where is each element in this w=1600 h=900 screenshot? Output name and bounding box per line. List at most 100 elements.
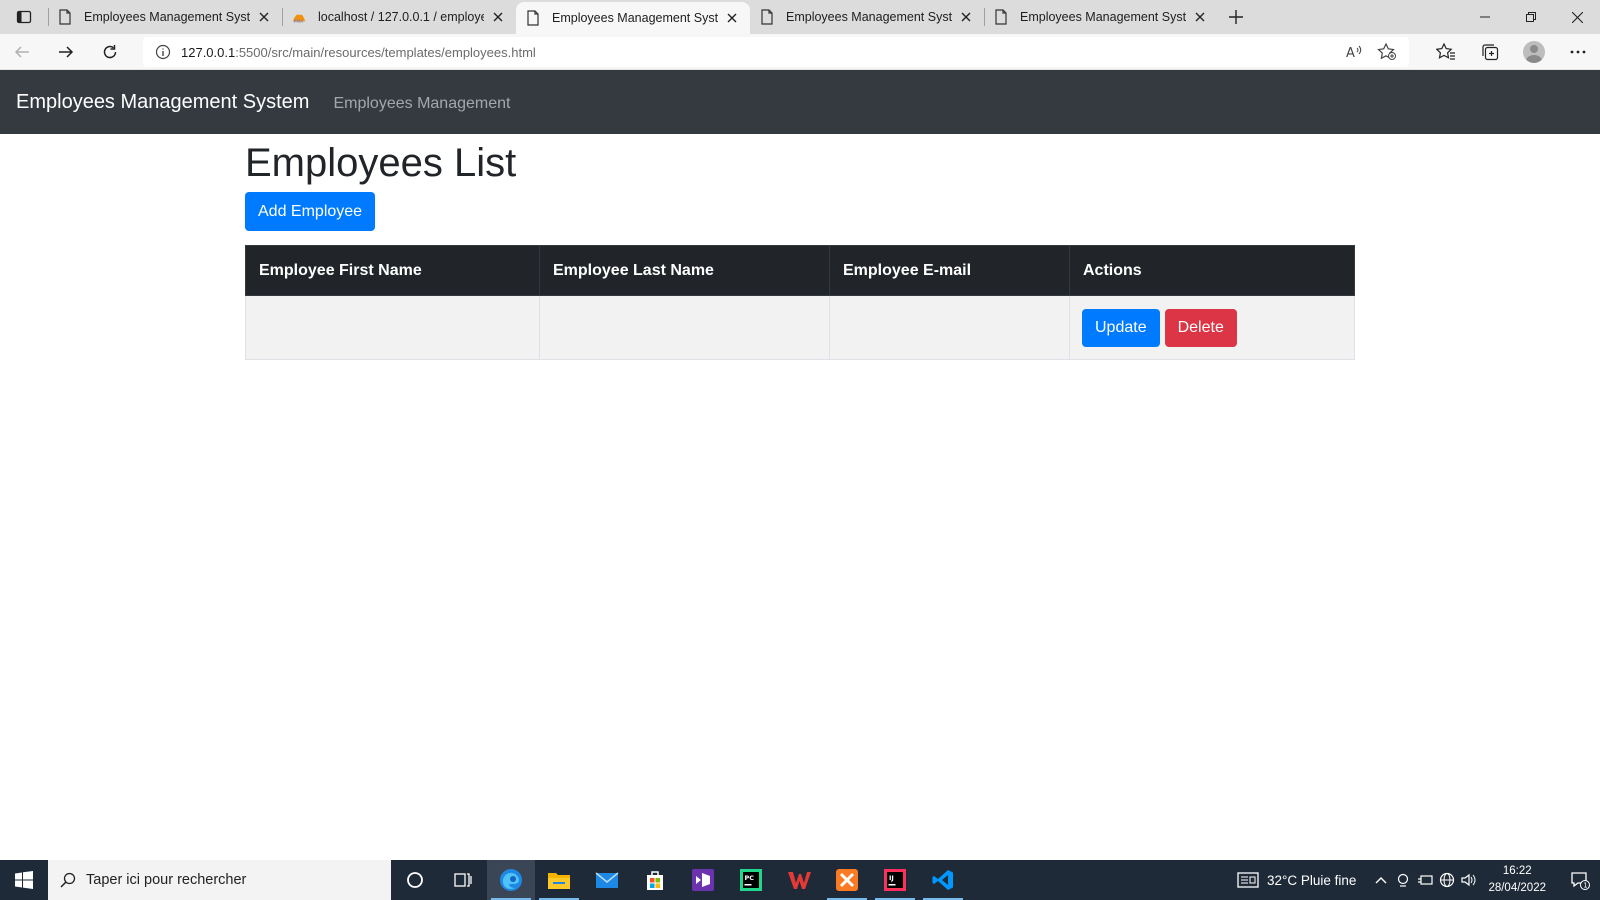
browser-tab[interactable]: Employees Management System <box>48 0 282 34</box>
task-view-button[interactable] <box>439 860 487 900</box>
start-button[interactable] <box>0 860 48 900</box>
arrow-right-icon <box>59 45 74 58</box>
page-icon <box>527 10 539 26</box>
taskbar-app-intellij[interactable]: IJ <box>871 860 919 900</box>
visual-studio-icon <box>692 869 714 891</box>
camera-icon <box>1398 873 1409 887</box>
tab-title: Employees Management System <box>786 10 952 24</box>
add-favorite-icon[interactable] <box>1377 43 1397 61</box>
tab-title: localhost / 127.0.0.1 / employee <box>318 10 484 24</box>
cortana-icon <box>407 872 423 888</box>
close-tab-icon[interactable] <box>958 9 974 25</box>
close-tab-icon[interactable] <box>256 9 272 25</box>
url-host: 127.0.0.1 <box>181 44 236 60</box>
svg-text:PC: PC <box>745 874 755 882</box>
url-tools: A <box>1345 37 1397 67</box>
search-placeholder: Taper ici pour rechercher <box>86 872 247 888</box>
taskbar-app-file-explorer[interactable] <box>535 860 583 900</box>
browser-tab-strip: Employees Management System PMA localhos… <box>0 0 1600 34</box>
minimize-icon <box>1480 16 1490 18</box>
intellij-icon: IJ <box>884 869 906 891</box>
column-header-email: Employee E-mail <box>829 245 1070 296</box>
news-weather-icon <box>1237 872 1259 888</box>
page-icon <box>995 9 1007 25</box>
new-tab-button[interactable] <box>1218 0 1254 34</box>
cell-first-name <box>245 295 540 360</box>
taskbar-clock[interactable]: 16:22 28/04/2022 <box>1488 863 1546 897</box>
table-header-row: Employee First Name Employee Last Name E… <box>245 245 1355 296</box>
close-tab-icon[interactable] <box>724 10 740 26</box>
employees-table: Employee First Name Employee Last Name E… <box>245 245 1355 360</box>
browser-toolbar: 127.0.0.1:5500/src/main/resources/templa… <box>0 34 1600 70</box>
svg-text:A: A <box>1346 46 1355 60</box>
taskbar-app-edge[interactable] <box>487 860 535 900</box>
favorites-button[interactable] <box>1424 34 1468 70</box>
notification-icon: 1 <box>1571 872 1590 890</box>
browser-tab-active[interactable]: Employees Management System <box>516 2 750 34</box>
refresh-button[interactable] <box>88 34 132 70</box>
cell-actions: Update Delete <box>1069 295 1355 360</box>
taskbar-app-visual-studio[interactable] <box>679 860 727 900</box>
meet-now-button[interactable] <box>1392 860 1414 900</box>
forward-button[interactable] <box>44 34 88 70</box>
volume-button[interactable] <box>1458 860 1480 900</box>
weather-widget[interactable]: 32°C Pluie fine <box>1237 871 1356 889</box>
mail-icon <box>595 872 619 888</box>
network-button[interactable] <box>1436 860 1458 900</box>
taskbar-app-vscode[interactable] <box>919 860 967 900</box>
svg-text:IJ: IJ <box>889 874 894 882</box>
show-hidden-icons-button[interactable] <box>1370 860 1392 900</box>
close-tab-icon[interactable] <box>1192 9 1208 25</box>
taskbar-app-store[interactable] <box>631 860 679 900</box>
close-tab-icon[interactable] <box>490 9 506 25</box>
more-icon <box>1570 50 1586 54</box>
collections-button[interactable] <box>1468 34 1512 70</box>
vscode-icon <box>932 870 953 890</box>
page-title: Employees List <box>245 141 517 185</box>
taskbar-app-mail[interactable] <box>583 860 631 900</box>
cell-email <box>829 295 1070 360</box>
refresh-icon <box>103 44 117 58</box>
clock-time: 16:22 <box>1502 865 1532 877</box>
notification-center-button[interactable]: 1 <box>1560 860 1600 900</box>
avatar <box>1523 41 1545 63</box>
read-aloud-icon[interactable]: A <box>1345 44 1363 60</box>
close-icon <box>1571 11 1583 23</box>
browser-right-tools <box>1424 34 1600 70</box>
update-button[interactable]: Update <box>1082 308 1160 347</box>
column-header-actions: Actions <box>1069 245 1355 296</box>
taskbar-app-pycharm[interactable]: PC <box>727 860 775 900</box>
back-button[interactable] <box>0 34 44 70</box>
restore-button[interactable] <box>1508 0 1554 34</box>
xampp-icon <box>836 869 858 891</box>
info-icon[interactable] <box>155 44 171 60</box>
browser-tab[interactable]: Employees Management System <box>750 0 984 34</box>
taskbar-search[interactable]: Taper ici pour rechercher <box>48 860 391 900</box>
taskbar-app-wps-office[interactable] <box>775 860 823 900</box>
cell-last-name <box>539 295 830 360</box>
chevron-up-icon <box>1375 877 1387 884</box>
search-icon <box>60 872 76 888</box>
close-window-button[interactable] <box>1554 0 1600 34</box>
tab-actions-button[interactable] <box>0 0 48 34</box>
speaker-icon <box>1461 873 1476 887</box>
add-employee-button[interactable]: Add Employee <box>245 192 376 231</box>
taskbar-app-xampp[interactable] <box>823 860 871 900</box>
nav-link-employees-management[interactable]: Employees Management <box>333 95 510 113</box>
battery-button[interactable] <box>1414 860 1436 900</box>
address-bar[interactable]: 127.0.0.1:5500/src/main/resources/templa… <box>143 37 1409 67</box>
minimize-button[interactable] <box>1462 0 1508 34</box>
store-icon <box>647 871 663 890</box>
settings-menu-button[interactable] <box>1556 34 1600 70</box>
profile-button[interactable] <box>1512 34 1556 70</box>
window-controls <box>1462 0 1600 34</box>
app-navbar: Employees Management System Employees Ma… <box>0 70 1600 134</box>
table-row: Update Delete <box>245 295 1355 360</box>
cortana-button[interactable] <box>391 860 439 900</box>
delete-button[interactable]: Delete <box>1164 308 1237 347</box>
navbar-brand[interactable]: Employees Management System <box>16 91 309 114</box>
page-icon <box>761 9 773 25</box>
browser-tab[interactable]: Employees Management System <box>984 0 1218 34</box>
task-view-icon <box>454 873 472 887</box>
browser-tab[interactable]: PMA localhost / 127.0.0.1 / employee <box>282 0 516 34</box>
